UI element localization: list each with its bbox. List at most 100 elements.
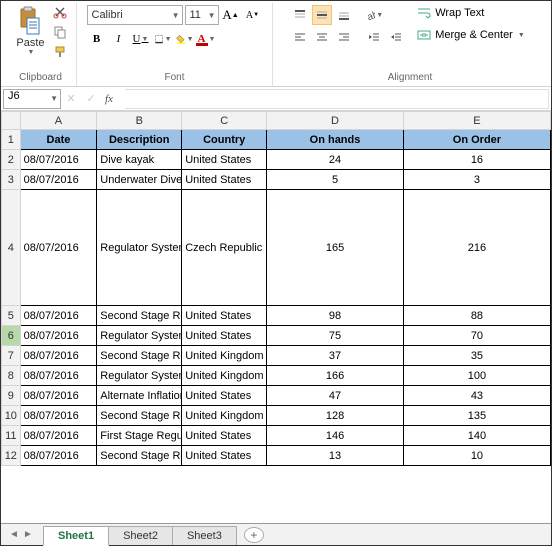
cell-onhands[interactable]: 166 [267, 366, 404, 386]
cell-onorder[interactable]: 88 [403, 306, 550, 326]
column-header-D[interactable]: D [267, 112, 404, 130]
cell-date[interactable]: 08/07/2016 [20, 326, 97, 346]
border-button[interactable]: ▼ [153, 29, 173, 49]
align-bottom-button[interactable] [334, 5, 354, 25]
cell-description[interactable]: Dive kayak [97, 150, 182, 170]
cell-description[interactable]: Regulator System [97, 366, 182, 386]
cut-button[interactable] [51, 3, 69, 21]
sheet-tab-3[interactable]: Sheet3 [172, 526, 237, 545]
decrease-font-button[interactable]: A▼ [243, 5, 263, 25]
cell-onhands[interactable]: 13 [267, 446, 404, 466]
increase-font-button[interactable]: A▲ [221, 5, 241, 25]
increase-indent-button[interactable] [386, 27, 406, 47]
cell-onorder[interactable]: 3 [403, 170, 550, 190]
cell-description[interactable]: Second Stage Regulator [97, 446, 182, 466]
align-right-button[interactable] [334, 27, 354, 47]
format-painter-button[interactable] [51, 43, 69, 61]
decrease-indent-button[interactable] [364, 27, 384, 47]
tab-nav-next[interactable]: ► [21, 529, 35, 540]
italic-button[interactable]: I [109, 29, 129, 49]
paste-button[interactable]: Paste ▼ [12, 3, 48, 58]
cell-onhands[interactable]: 47 [267, 386, 404, 406]
column-header-B[interactable]: B [97, 112, 182, 130]
font-name-combo[interactable]: Calibri ▼ [87, 5, 183, 25]
cell-country[interactable]: United Kingdom [182, 366, 267, 386]
cell-onhands[interactable]: 98 [267, 306, 404, 326]
cell-onorder[interactable]: 10 [403, 446, 550, 466]
cell-description[interactable]: Second Stage Regulator [97, 346, 182, 366]
underline-button[interactable]: U▼ [131, 29, 151, 49]
row-header-7[interactable]: 7 [2, 346, 21, 366]
cell-country[interactable]: United States [182, 170, 267, 190]
cell-description[interactable]: Second Stage Regulator [97, 306, 182, 326]
cell-date[interactable]: 08/07/2016 [20, 346, 97, 366]
row-header-2[interactable]: 2 [2, 150, 21, 170]
column-header-C[interactable]: C [182, 112, 267, 130]
fx-icon[interactable]: fx [105, 93, 121, 105]
cell-date[interactable]: 08/07/2016 [20, 190, 97, 306]
cell-description[interactable]: Alternate Inflation Regulator [97, 386, 182, 406]
row-header-8[interactable]: 8 [2, 366, 21, 386]
cell-description[interactable]: Regulator System [97, 326, 182, 346]
row-header-10[interactable]: 10 [2, 406, 21, 426]
cell-country[interactable]: United States [182, 306, 267, 326]
cancel-formula-button[interactable]: ✕ [61, 89, 81, 109]
align-middle-button[interactable] [312, 5, 332, 25]
orientation-button[interactable]: ab▼ [364, 5, 384, 25]
cell-description[interactable]: First Stage Regulator [97, 426, 182, 446]
bold-button[interactable]: B [87, 29, 107, 49]
cell-country[interactable]: United States [182, 150, 267, 170]
align-center-button[interactable] [312, 27, 332, 47]
cell-onorder[interactable]: 135 [403, 406, 550, 426]
row-header-9[interactable]: 9 [2, 386, 21, 406]
font-color-button[interactable]: A ▼ [197, 29, 217, 49]
cell-description[interactable]: Second Stage Regulator [97, 406, 182, 426]
cell-onorder[interactable]: 100 [403, 366, 550, 386]
font-size-combo[interactable]: 11 ▼ [185, 5, 219, 25]
cell-country[interactable]: United States [182, 386, 267, 406]
cell-country[interactable]: United States [182, 426, 267, 446]
cell-onorder[interactable]: 43 [403, 386, 550, 406]
cell-date[interactable]: 08/07/2016 [20, 366, 97, 386]
align-top-button[interactable] [290, 5, 310, 25]
cell-onorder[interactable]: 70 [403, 326, 550, 346]
cell-onorder[interactable]: 216 [403, 190, 550, 306]
cell-date[interactable]: 08/07/2016 [20, 170, 97, 190]
tab-nav-prev[interactable]: ◄ [7, 529, 21, 540]
cell-country[interactable]: United Kingdom [182, 406, 267, 426]
cell-onhands[interactable]: 37 [267, 346, 404, 366]
table-header-date[interactable]: Date [20, 130, 97, 150]
row-header-1[interactable]: 1 [2, 130, 21, 150]
cell-onorder[interactable]: 35 [403, 346, 550, 366]
column-header-A[interactable]: A [20, 112, 97, 130]
wrap-text-button[interactable]: Wrap Text [412, 3, 530, 23]
cell-onhands[interactable]: 128 [267, 406, 404, 426]
cell-onhands[interactable]: 75 [267, 326, 404, 346]
cell-country[interactable]: United Kingdom [182, 346, 267, 366]
cell-country[interactable]: Czech Republic [182, 190, 267, 306]
cell-date[interactable]: 08/07/2016 [20, 446, 97, 466]
cell-onhands[interactable]: 24 [267, 150, 404, 170]
cell-onhands[interactable]: 5 [267, 170, 404, 190]
cell-description[interactable]: Underwater Diver Vehicle [97, 170, 182, 190]
cell-date[interactable]: 08/07/2016 [20, 426, 97, 446]
cell-country[interactable]: United States [182, 326, 267, 346]
new-sheet-button[interactable]: + [244, 527, 264, 543]
cell-date[interactable]: 08/07/2016 [20, 150, 97, 170]
cell-onorder[interactable]: 140 [403, 426, 550, 446]
table-header-onorder[interactable]: On Order [403, 130, 550, 150]
cell-onhands[interactable]: 165 [267, 190, 404, 306]
column-header-E[interactable]: E [403, 112, 550, 130]
enter-formula-button[interactable]: ✓ [81, 89, 101, 109]
cell-description[interactable]: Regulator System [97, 190, 182, 306]
sheet-tab-1[interactable]: Sheet1 [43, 526, 109, 546]
table-header-country[interactable]: Country [182, 130, 267, 150]
row-header-5[interactable]: 5 [2, 306, 21, 326]
sheet-tab-2[interactable]: Sheet2 [108, 526, 173, 545]
row-header-3[interactable]: 3 [2, 170, 21, 190]
cell-onorder[interactable]: 16 [403, 150, 550, 170]
cell-date[interactable]: 08/07/2016 [20, 306, 97, 326]
table-header-onhands[interactable]: On hands [267, 130, 404, 150]
row-header-6[interactable]: 6 [2, 326, 21, 346]
merge-center-button[interactable]: Merge & Center ▼ [412, 25, 530, 45]
